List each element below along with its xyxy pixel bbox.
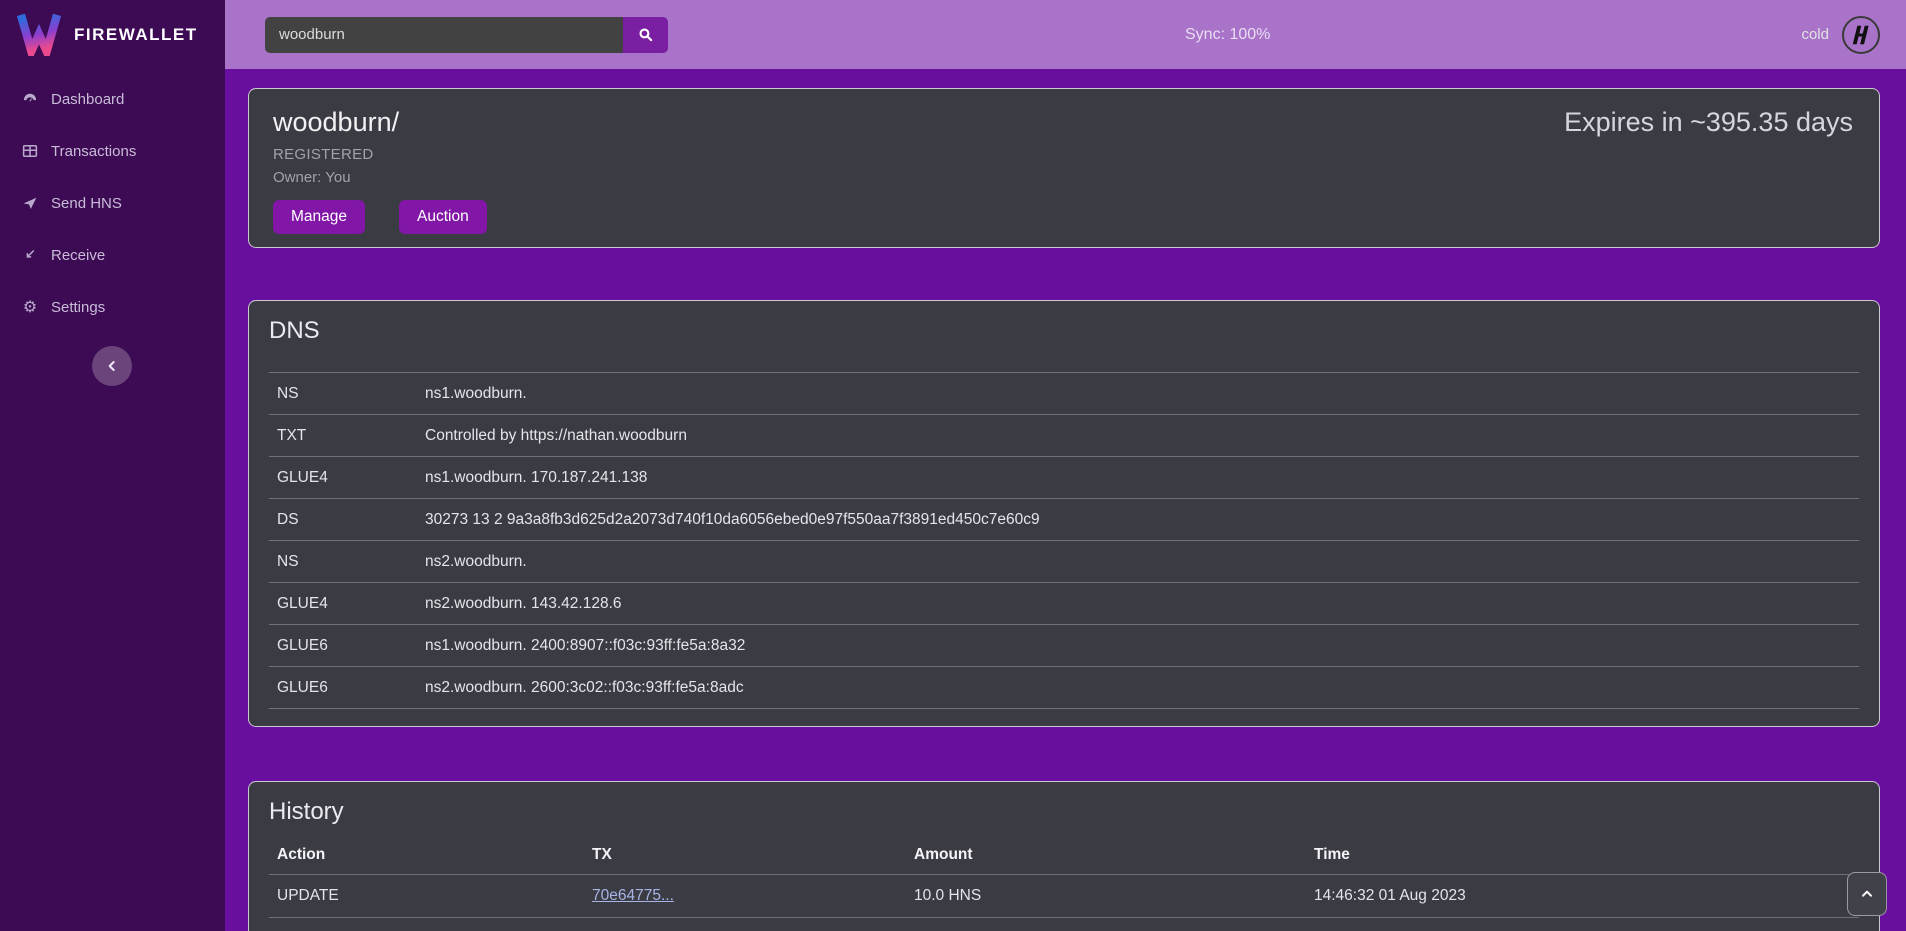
sidebar-collapse-button[interactable] [92, 346, 132, 386]
dns-record-type: DS [269, 499, 417, 541]
topbar-right: cold [1801, 16, 1880, 54]
gear-icon: ⚙ [20, 297, 40, 317]
dns-table: NS ns1.woodburn. TXT Controlled by https… [269, 372, 1859, 709]
table-header-row: Action TX Amount Time [269, 836, 1859, 875]
app-title: FIREWALLET [74, 25, 198, 45]
firewallet-w-logo-icon [16, 14, 62, 56]
table-row: UPDATE 70e64775... 10.0 HNS 14:46:32 01 … [269, 875, 1859, 918]
chevron-left-icon [104, 358, 120, 374]
handshake-icon [1848, 22, 1874, 48]
history-table: Action TX Amount Time UPDATE 70e64775...… [269, 836, 1859, 931]
tx-link[interactable]: 70e64775... [592, 887, 674, 904]
table-row: NS ns2.woodburn. [269, 541, 1859, 583]
history-time: 15:47:06 07 Feb 2023 [1306, 918, 1859, 931]
sync-status: Sync: 100% [1185, 0, 1270, 69]
expiry-text: Expires in ~395.35 days [1564, 107, 1853, 138]
sidebar-item-label: Settings [51, 299, 105, 316]
history-title: History [269, 798, 1859, 826]
history-action: RENEW [269, 918, 584, 931]
dns-record-type: NS [269, 373, 417, 415]
sidebar: FIREWALLET Dashboard Transactions Send H… [0, 0, 225, 931]
table-row: RENEW d73a5c... 10.0 HNS 15:47:06 07 Feb… [269, 918, 1859, 931]
sidebar-item-settings[interactable]: ⚙ Settings [0, 292, 225, 322]
topbar: Sync: 100% cold [225, 0, 1906, 69]
domain-owner: Owner: You [273, 169, 1855, 186]
main-content: woodburn/ REGISTERED Owner: You Manage A… [225, 69, 1906, 931]
history-card: History Action TX Amount Time UPDATE 70e… [248, 781, 1880, 931]
history-amount: 10.0 HNS [906, 918, 1306, 931]
table-icon [20, 141, 40, 161]
table-row: NS ns1.woodburn. [269, 373, 1859, 415]
sidebar-nav: Dashboard Transactions Send HNS Receive [0, 68, 225, 322]
dns-record-type: GLUE4 [269, 583, 417, 625]
column-header-tx: TX [584, 836, 906, 875]
dns-record-value: ns1.woodburn. 2400:8907::f03c:93ff:fe5a:… [417, 625, 1859, 667]
dns-record-value: ns2.woodburn. [417, 541, 1859, 583]
chevron-up-icon [1859, 886, 1875, 902]
domain-status: REGISTERED [273, 146, 1855, 163]
column-header-amount: Amount [906, 836, 1306, 875]
scroll-to-top-button[interactable] [1847, 872, 1887, 916]
table-row: GLUE4 ns2.woodburn. 143.42.128.6 [269, 583, 1859, 625]
history-time: 14:46:32 01 Aug 2023 [1306, 875, 1859, 918]
auction-button[interactable]: Auction [399, 200, 487, 234]
column-header-action: Action [269, 836, 584, 875]
sidebar-item-transactions[interactable]: Transactions [0, 136, 225, 166]
dns-record-type: GLUE6 [269, 625, 417, 667]
app-window: FIREWALLET Dashboard Transactions Send H… [0, 0, 1906, 931]
sidebar-item-label: Transactions [51, 143, 136, 160]
history-amount: 10.0 HNS [906, 875, 1306, 918]
table-row: DS 30273 13 2 9a3a8fb3d625d2a2073d740f10… [269, 499, 1859, 541]
sidebar-item-label: Receive [51, 247, 105, 264]
dns-record-type: GLUE4 [269, 457, 417, 499]
wallet-account-button[interactable] [1842, 16, 1880, 54]
sidebar-item-receive[interactable]: Receive [0, 240, 225, 270]
table-row: GLUE4 ns1.woodburn. 170.187.241.138 [269, 457, 1859, 499]
sidebar-item-label: Send HNS [51, 195, 122, 212]
domain-actions: Manage Auction [273, 200, 1855, 234]
dns-record-value: ns1.woodburn. 170.187.241.138 [417, 457, 1859, 499]
sidebar-item-send-hns[interactable]: Send HNS [0, 188, 225, 218]
search-group [265, 17, 668, 53]
dns-record-value: ns1.woodburn. [417, 373, 1859, 415]
dns-record-value: 30273 13 2 9a3a8fb3d625d2a2073d740f10da6… [417, 499, 1859, 541]
manage-button[interactable]: Manage [273, 200, 365, 234]
sidebar-item-dashboard[interactable]: Dashboard [0, 84, 225, 114]
dns-title: DNS [269, 317, 1859, 345]
sidebar-item-label: Dashboard [51, 91, 124, 108]
wallet-mode-label: cold [1801, 26, 1829, 43]
domain-card: woodburn/ REGISTERED Owner: You Manage A… [248, 88, 1880, 248]
dns-record-value: Controlled by https://nathan.woodburn [417, 415, 1859, 457]
dns-record-value: ns2.woodburn. 2600:3c02::f03c:93ff:fe5a:… [417, 667, 1859, 709]
search-input[interactable] [265, 17, 623, 53]
dns-record-type: NS [269, 541, 417, 583]
app-logo: FIREWALLET [0, 0, 225, 68]
send-icon [20, 193, 40, 213]
column-header-time: Time [1306, 836, 1859, 875]
dns-record-type: TXT [269, 415, 417, 457]
dns-record-value: ns2.woodburn. 143.42.128.6 [417, 583, 1859, 625]
dns-card: DNS NS ns1.woodburn. TXT Controlled by h… [248, 300, 1880, 727]
gauge-icon [20, 89, 40, 109]
table-row: GLUE6 ns2.woodburn. 2600:3c02::f03c:93ff… [269, 667, 1859, 709]
search-button[interactable] [623, 17, 668, 53]
receive-arrow-icon [20, 245, 40, 265]
history-action: UPDATE [269, 875, 584, 918]
dns-record-type: GLUE6 [269, 667, 417, 709]
table-row: GLUE6 ns1.woodburn. 2400:8907::f03c:93ff… [269, 625, 1859, 667]
table-row: TXT Controlled by https://nathan.woodbur… [269, 415, 1859, 457]
search-icon [637, 26, 654, 43]
